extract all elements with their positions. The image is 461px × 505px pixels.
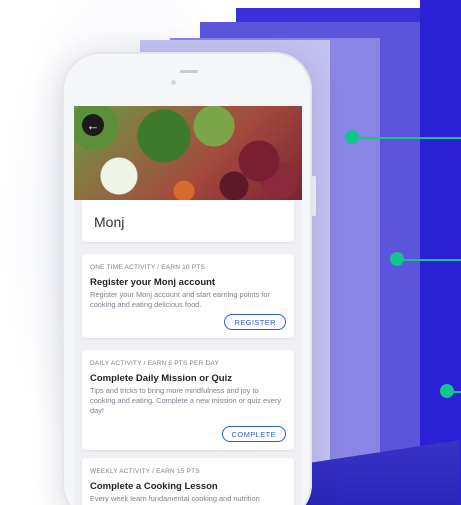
activity-kicker: ONE TIME ACTIVITY / EARN 10 PTS (90, 264, 206, 271)
page-title: Monj (82, 200, 294, 242)
activity-kicker: WEEKLY ACTIVITY / EARN 15 PTS (90, 468, 200, 475)
background-panel-edge (420, 0, 461, 505)
connector-dot-2 (390, 252, 404, 266)
connector-dot-3 (440, 384, 454, 398)
connector-line-1 (352, 137, 461, 139)
activity-description: Register your Monj account and start ear… (90, 290, 270, 309)
activity-title: Complete a Cooking Lesson (90, 481, 218, 492)
arrow-left-icon: ← (86, 117, 100, 133)
activity-card: WEEKLY ACTIVITY / EARN 15 PTS Complete a… (82, 458, 294, 505)
phone-side-button-left-1 (59, 130, 63, 152)
complete-button[interactable]: COMPLETE (221, 426, 286, 442)
phone-side-button-right (311, 176, 316, 216)
connector-dot-1 (345, 130, 359, 144)
activity-card: ONE TIME ACTIVITY / EARN 10 PTS Register… (82, 254, 294, 338)
activity-description: Every week learn fundamental cooking and… (90, 494, 260, 503)
register-button[interactable]: REGISTER (224, 314, 286, 330)
back-button[interactable]: ← (82, 114, 104, 136)
phone-side-button-left-3 (59, 226, 63, 266)
phone-camera (171, 80, 176, 85)
activity-title: Complete Daily Mission or Quiz (90, 373, 232, 384)
hero-image (74, 106, 302, 200)
phone-speaker (180, 70, 198, 73)
phone-screen: ← Monj ONE TIME ACTIVITY / EARN 10 PTS R… (74, 106, 302, 505)
connector-line-2 (397, 259, 461, 261)
activity-kicker: DAILY ACTIVITY / EARN 5 PTS PER DAY (90, 360, 219, 367)
activity-description: Tips and tricks to bring more mindfulnes… (90, 386, 282, 415)
activity-title: Register your Monj account (90, 277, 216, 288)
phone-side-button-left-2 (59, 176, 63, 216)
activity-card: DAILY ACTIVITY / EARN 5 PTS PER DAY Comp… (82, 350, 294, 450)
